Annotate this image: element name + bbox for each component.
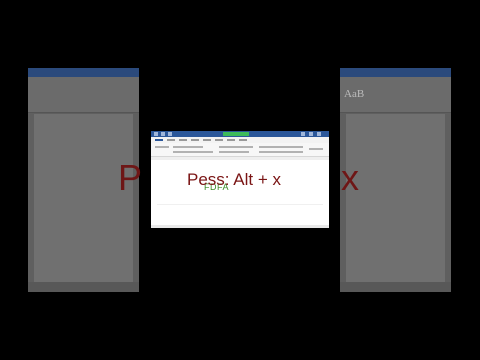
ribbon-toolbar [151,143,329,157]
background-title-bar [340,68,451,77]
background-title-bar [28,68,139,77]
paste-button[interactable] [155,146,169,148]
styles-gallery[interactable] [259,146,303,148]
background-ribbon: AaB [340,77,451,113]
font-format-buttons[interactable] [173,151,213,153]
styles-gallery-row[interactable] [259,151,303,153]
font-name-select[interactable] [173,146,203,148]
tab-references[interactable] [215,139,223,141]
minimize-icon[interactable] [301,132,305,136]
background-status-bar [28,282,139,292]
alignment-buttons[interactable] [219,151,249,153]
video-frame: AaB P x FDFA Pess: Alt + x [0,0,480,360]
background-status-bar [340,282,451,292]
page-line [157,204,323,205]
background-document [346,114,445,282]
maximize-icon[interactable] [309,132,313,136]
undo-icon[interactable] [168,132,172,136]
style-sample: AaB [344,88,365,100]
tab-mailings[interactable] [227,139,235,141]
tab-review[interactable] [239,139,247,141]
save-icon[interactable] [161,132,165,136]
background-ribbon [28,77,139,113]
tab-insert[interactable] [179,139,187,141]
status-bar [151,225,329,228]
paragraph-buttons[interactable] [219,146,253,148]
editing-group[interactable] [309,148,323,150]
tab-file[interactable] [155,139,163,141]
recording-indicator [223,132,249,136]
tab-layout[interactable] [203,139,211,141]
tab-design[interactable] [191,139,199,141]
background-text-fragment-right: x [341,157,359,198]
close-icon[interactable] [317,132,321,136]
autosave-icon[interactable] [154,132,158,136]
shortcut-caption: Pess: Alt + x [187,170,282,189]
background-text-fragment-left: P [118,157,143,198]
tab-home[interactable] [167,139,175,141]
